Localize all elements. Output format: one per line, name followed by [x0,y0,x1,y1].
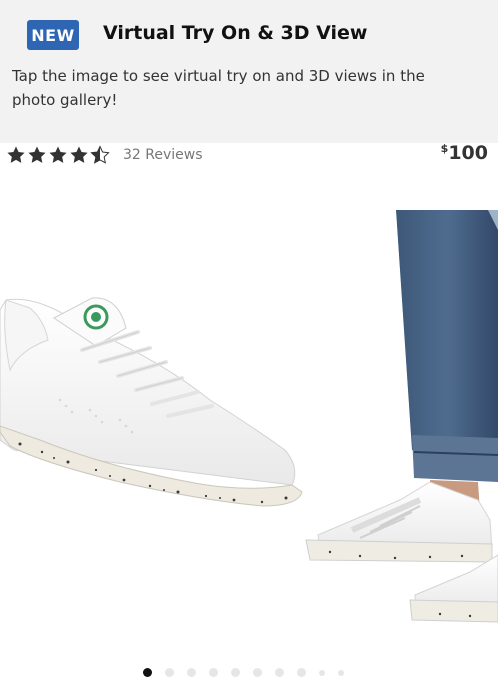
gallery-dot-7[interactable] [275,668,284,677]
gallery-dot-3[interactable] [187,668,196,677]
star-rating [6,145,110,165]
gallery-dot-2[interactable] [165,668,174,677]
half-star-icon [90,145,110,164]
product-image-gallery[interactable] [0,200,498,655]
gallery-pagination[interactable] [143,668,344,677]
gallery-dot-9[interactable] [319,669,325,676]
star-icon [49,146,67,163]
star-icon [7,146,25,163]
star-icon [70,146,88,163]
try-on-banner: NEW Virtual Try On & 3D View Tap the ima… [0,0,498,143]
rating-summary[interactable]: 32 Reviews [6,145,203,165]
gallery-dot-6[interactable] [253,668,262,677]
gallery-dot-8[interactable] [297,668,306,677]
star-icon [28,146,46,163]
gallery-dot-10[interactable] [338,669,344,676]
new-badge: NEW [27,20,79,50]
sneaker-product-image[interactable] [0,200,498,655]
gallery-dot-5[interactable] [231,668,240,677]
review-count-link[interactable]: 32 Reviews [123,147,203,163]
product-price: $100 [441,142,488,164]
banner-title: Virtual Try On & 3D View [103,22,368,44]
banner-text: Tap the image to see virtual try on and … [12,67,425,109]
gallery-dot-4[interactable] [209,668,218,677]
gallery-dot-1[interactable] [143,668,152,677]
price-amount: 100 [448,142,488,164]
